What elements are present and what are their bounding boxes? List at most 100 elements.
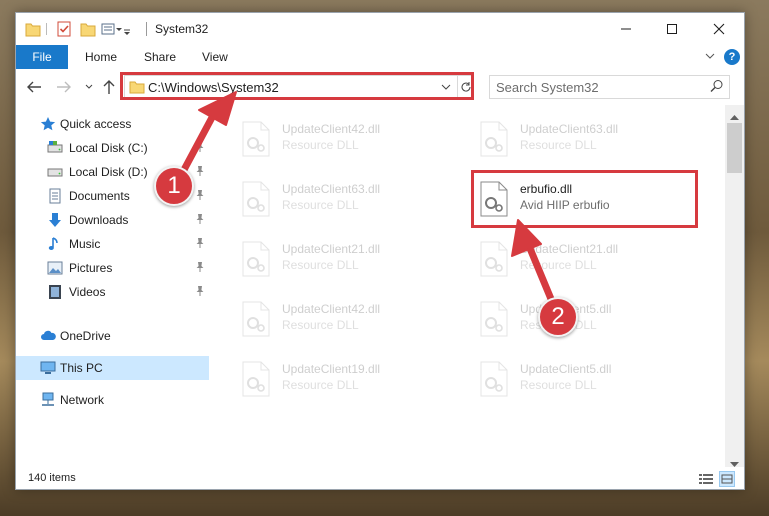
- folder-icon: [25, 20, 41, 38]
- tab-home[interactable]: Home: [85, 45, 117, 69]
- dll-file-icon: [242, 121, 270, 157]
- search-icon[interactable]: [710, 79, 724, 96]
- address-highlight-box: [120, 72, 474, 100]
- customize-qat-icon[interactable]: [101, 20, 131, 38]
- cloud-icon: [40, 328, 56, 344]
- list-item[interactable]: UpdateClient5.dll Resource DLL: [477, 293, 707, 345]
- file-type: Resource DLL: [282, 378, 359, 392]
- step-badge-1: 1: [154, 166, 194, 206]
- recent-locations-button[interactable]: [79, 77, 99, 97]
- nav-label: OneDrive: [60, 329, 111, 343]
- dll-file-icon: [242, 181, 270, 217]
- file-name: UpdateClient42.dll: [282, 122, 381, 136]
- tab-share[interactable]: Share: [144, 45, 176, 69]
- star-icon: [40, 116, 56, 132]
- expand-ribbon-icon[interactable]: [704, 50, 716, 65]
- qa-separator: [46, 23, 47, 35]
- back-button[interactable]: [24, 77, 44, 97]
- dll-file-icon: [242, 301, 270, 337]
- nav-item-network[interactable]: Network: [16, 388, 209, 412]
- close-button[interactable]: [696, 13, 742, 45]
- search-input[interactable]: [496, 79, 696, 95]
- dll-file-icon: [242, 241, 270, 277]
- list-item[interactable]: UpdateClient63.dll Resource DLL: [239, 173, 469, 225]
- file-highlight-box: [471, 170, 698, 228]
- up-button[interactable]: [99, 77, 119, 97]
- list-item[interactable]: UpdateClient21.dll Resource DLL: [239, 233, 469, 285]
- navigation-pane: Quick access Local Disk (C:) Local Disk …: [16, 105, 209, 467]
- minimize-button[interactable]: [603, 13, 649, 45]
- dll-file-icon: [480, 301, 508, 337]
- file-type: Resource DLL: [520, 138, 597, 152]
- drive-icon: [47, 164, 63, 180]
- pin-icon[interactable]: [195, 189, 205, 204]
- list-item[interactable]: UpdateClient42.dll Resource DLL: [239, 113, 469, 165]
- tab-file[interactable]: File: [16, 45, 68, 69]
- nav-label: This PC: [60, 361, 103, 375]
- help-icon[interactable]: ?: [724, 49, 740, 65]
- pin-icon[interactable]: [195, 261, 205, 276]
- nav-label: Local Disk (D:): [69, 165, 148, 179]
- details-view-icon[interactable]: [698, 471, 714, 487]
- dll-file-icon: [242, 361, 270, 397]
- music-icon: [47, 236, 63, 252]
- pin-icon[interactable]: [195, 285, 205, 300]
- file-name: UpdateClient21.dll: [520, 242, 619, 256]
- scrollbar-thumb[interactable]: [727, 123, 742, 173]
- search-box[interactable]: [489, 75, 730, 99]
- drive-icon: [47, 140, 63, 156]
- list-item[interactable]: UpdateClient21.dll Resource DLL: [477, 233, 707, 285]
- file-type: Resource DLL: [282, 258, 359, 272]
- list-item[interactable]: UpdateClient42.dll Resource DLL: [239, 293, 469, 345]
- title-separator: [146, 22, 147, 36]
- nav-item-local-disk-c[interactable]: Local Disk (C:): [16, 136, 209, 160]
- step-badge-2: 2: [538, 297, 578, 337]
- dll-file-icon: [480, 361, 508, 397]
- pictures-icon: [47, 260, 63, 276]
- forward-button[interactable]: [54, 77, 74, 97]
- ribbon-tabs: File Home Share View ?: [16, 45, 744, 69]
- nav-label: Local Disk (C:): [69, 141, 148, 155]
- file-name: UpdateClient5.dll: [520, 362, 612, 376]
- item-count: 140 items: [28, 472, 76, 484]
- nav-item-downloads[interactable]: Downloads: [16, 208, 209, 232]
- new-folder-icon[interactable]: [80, 20, 96, 38]
- vertical-scrollbar[interactable]: [725, 105, 744, 467]
- nav-item-music[interactable]: Music: [16, 232, 209, 256]
- file-name: UpdateClient19.dll: [282, 362, 381, 376]
- network-icon: [40, 392, 56, 408]
- tab-view[interactable]: View: [202, 45, 228, 69]
- file-name: UpdateClient63.dll: [282, 182, 381, 196]
- pin-icon[interactable]: [195, 141, 205, 156]
- file-type: Resource DLL: [282, 198, 359, 212]
- file-name: UpdateClient21.dll: [282, 242, 381, 256]
- window-title: System32: [155, 22, 209, 36]
- file-name: UpdateClient42.dll: [282, 302, 381, 316]
- tiles-view-icon[interactable]: [719, 471, 735, 487]
- download-icon: [47, 212, 63, 228]
- pin-icon[interactable]: [195, 165, 205, 180]
- scroll-up-icon[interactable]: [730, 109, 739, 123]
- pin-icon[interactable]: [195, 213, 205, 228]
- nav-label: Videos: [69, 285, 106, 299]
- status-bar: 140 items: [16, 467, 744, 489]
- maximize-button[interactable]: [649, 13, 695, 45]
- pin-icon[interactable]: [195, 237, 205, 252]
- file-name: UpdateClient63.dll: [520, 122, 619, 136]
- computer-icon: [40, 360, 56, 376]
- list-item[interactable]: UpdateClient5.dll Resource DLL: [477, 353, 707, 405]
- nav-item-quick-access[interactable]: Quick access: [16, 112, 209, 136]
- list-item[interactable]: UpdateClient63.dll Resource DLL: [477, 113, 707, 165]
- list-item[interactable]: UpdateClient19.dll Resource DLL: [239, 353, 469, 405]
- title-bar: System32: [16, 13, 744, 45]
- nav-label: Documents: [69, 189, 130, 203]
- nav-item-pictures[interactable]: Pictures: [16, 256, 209, 280]
- file-type: Resource DLL: [520, 378, 597, 392]
- nav-item-this-pc[interactable]: This PC: [16, 356, 209, 380]
- file-list: UpdateClient42.dll Resource DLL UpdateCl…: [209, 105, 725, 467]
- documents-icon: [47, 188, 63, 204]
- nav-item-videos[interactable]: Videos: [16, 280, 209, 304]
- dll-file-icon: [480, 121, 508, 157]
- properties-icon[interactable]: [56, 20, 72, 38]
- nav-item-onedrive[interactable]: OneDrive: [16, 324, 209, 348]
